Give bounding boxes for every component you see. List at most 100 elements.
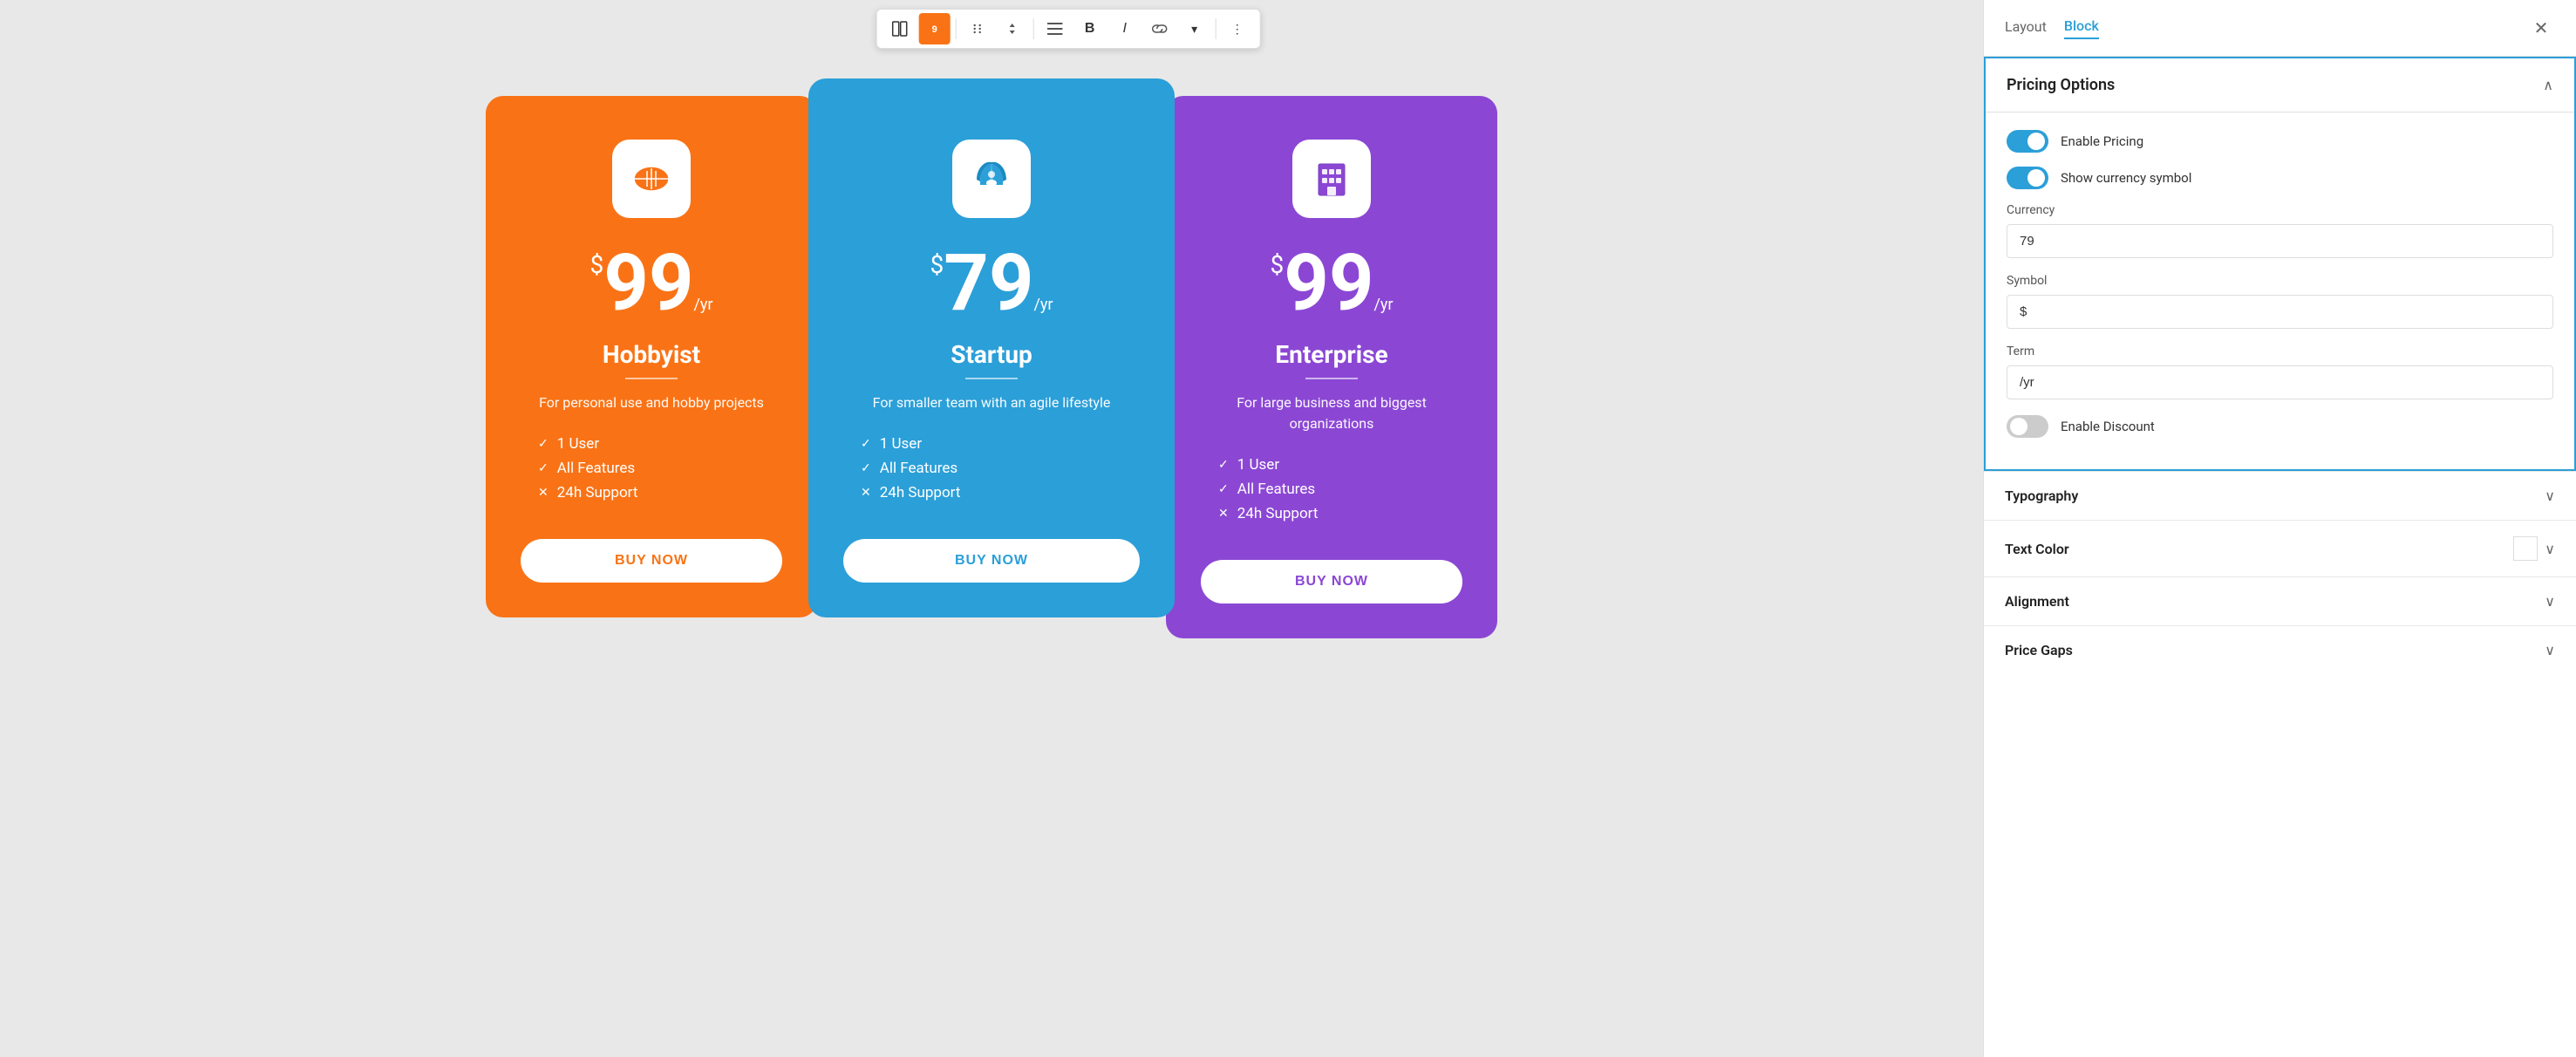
bold-button[interactable]: B <box>1074 13 1106 44</box>
list-item: ✓ 1 User <box>538 435 782 453</box>
pricing-options-content: Enable Pricing Show currency symbol Curr… <box>1986 112 2574 469</box>
enterprise-icon-container <box>1292 140 1371 218</box>
startup-price-block: $ 79 /yr <box>930 244 1053 323</box>
block-toolbar: 9 B I <box>876 9 1261 49</box>
text-color-section[interactable]: Text Color ∨ <box>1984 520 2576 576</box>
hobbyist-price-symbol: $ <box>589 253 603 277</box>
football-icon <box>630 157 673 201</box>
chevron-down-icon-text-color: ∨ <box>2545 541 2555 557</box>
feature-text: 1 User <box>1237 456 1279 474</box>
panel-header: Layout Block ✕ <box>1984 0 2576 57</box>
startup-buy-button[interactable]: BUY NOW <box>843 539 1140 583</box>
block-icon-button[interactable]: 9 <box>919 13 951 44</box>
enterprise-price-symbol: $ <box>1270 253 1284 277</box>
startup-price-symbol: $ <box>930 253 944 277</box>
drag-button[interactable] <box>962 13 993 44</box>
hobbyist-icon-container <box>612 140 691 218</box>
move-up-down-button[interactable] <box>997 13 1028 44</box>
pricing-options-title: Pricing Options <box>2007 76 2115 94</box>
pricing-options-header[interactable]: Pricing Options ∧ <box>1986 58 2574 112</box>
feature-text: 24h Support <box>880 484 961 501</box>
startup-price-amount: 79 <box>944 244 1033 323</box>
enable-pricing-toggle[interactable] <box>2007 130 2048 153</box>
tab-layout[interactable]: Layout <box>2005 18 2047 38</box>
check-icon: ✓ <box>861 461 871 475</box>
currency-label: Currency <box>2007 203 2553 217</box>
align-button[interactable] <box>1039 13 1071 44</box>
symbol-input[interactable] <box>2007 295 2553 329</box>
tab-block[interactable]: Block <box>2064 17 2099 39</box>
list-item: ✓ All Features <box>538 460 782 477</box>
italic-button[interactable]: I <box>1109 13 1141 44</box>
toggle-knob <box>2027 133 2045 150</box>
term-input[interactable] <box>2007 365 2553 399</box>
layout-toggle-button[interactable] <box>884 13 916 44</box>
hobbyist-buy-button[interactable]: BUY NOW <box>521 539 782 583</box>
enable-pricing-row: Enable Pricing <box>2007 130 2553 153</box>
text-color-header[interactable]: Text Color ∨ <box>1984 521 2576 576</box>
enable-discount-label: Enable Discount <box>2061 419 2155 434</box>
right-panel: Layout Block ✕ Pricing Options ∧ Enable … <box>1983 0 2576 1057</box>
startup-plan-name: Startup <box>951 340 1032 369</box>
list-item: ✓ All Features <box>1218 481 1462 498</box>
enterprise-price-term: /yr <box>1373 296 1393 314</box>
list-item: ✓ 1 User <box>1218 456 1462 474</box>
link-button[interactable] <box>1144 13 1176 44</box>
term-label: Term <box>2007 344 2553 358</box>
feature-text: 1 User <box>880 435 922 453</box>
show-currency-row: Show currency symbol <box>2007 167 2553 189</box>
price-gaps-section[interactable]: Price Gaps ∨ <box>1984 625 2576 674</box>
symbol-label: Symbol <box>2007 274 2553 288</box>
feature-text: All Features <box>557 460 635 477</box>
typography-title: Typography <box>2005 488 2078 504</box>
hobbyist-price-block: $ 99 /yr <box>589 244 712 323</box>
check-icon: ✓ <box>538 437 549 451</box>
hobbyist-underline <box>625 378 678 379</box>
typography-section[interactable]: Typography ∨ <box>1984 471 2576 520</box>
svg-text:9: 9 <box>932 24 937 35</box>
hobbyist-description: For personal use and hobby projects <box>539 392 764 413</box>
typography-header[interactable]: Typography ∨ <box>1984 472 2576 520</box>
toolbar-divider-1 <box>956 18 957 39</box>
enable-discount-row: Enable Discount <box>2007 415 2553 438</box>
close-panel-button[interactable]: ✕ <box>2527 14 2555 42</box>
rocket-icon <box>970 157 1013 201</box>
list-item: ✕ 24h Support <box>1218 505 1462 522</box>
hobbyist-plan-name: Hobbyist <box>603 340 700 369</box>
list-item: ✕ 24h Support <box>538 484 782 501</box>
dropdown-arrow-button[interactable]: ▾ <box>1179 13 1210 44</box>
check-icon: ✓ <box>861 437 871 451</box>
show-currency-label: Show currency symbol <box>2061 170 2191 186</box>
hobbyist-price-term: /yr <box>693 296 712 314</box>
x-icon: ✕ <box>861 486 871 500</box>
startup-price-term: /yr <box>1033 296 1053 314</box>
chevron-down-icon-alignment: ∨ <box>2545 593 2555 610</box>
toolbar-divider-2 <box>1033 18 1034 39</box>
main-canvas: 9 B I <box>0 0 1983 1057</box>
list-item: ✕ 24h Support <box>861 484 1140 501</box>
enterprise-plan-name: Enterprise <box>1275 340 1387 369</box>
startup-underline <box>965 378 1018 379</box>
hobbyist-features: ✓ 1 User ✓ All Features ✕ 24h Support <box>521 435 782 508</box>
alignment-header[interactable]: Alignment ∨ <box>1984 577 2576 625</box>
check-icon: ✓ <box>1218 482 1229 496</box>
currency-input[interactable] <box>2007 224 2553 258</box>
text-color-swatch[interactable] <box>2513 536 2538 561</box>
enable-discount-toggle[interactable] <box>2007 415 2048 438</box>
more-options-button[interactable]: ⋮ <box>1222 13 1253 44</box>
enterprise-price-amount: 99 <box>1284 244 1373 323</box>
feature-text: 1 User <box>557 435 599 453</box>
enterprise-card: $ 99 /yr Enterprise For large business a… <box>1166 96 1497 638</box>
feature-text: 24h Support <box>1237 505 1319 522</box>
toggle-knob-2 <box>2027 169 2045 187</box>
startup-card: $ 79 /yr Startup For smaller team with a… <box>808 78 1175 617</box>
hobbyist-price-amount: 99 <box>603 244 693 323</box>
price-gaps-header[interactable]: Price Gaps ∨ <box>1984 626 2576 674</box>
enterprise-buy-button[interactable]: BUY NOW <box>1201 560 1462 604</box>
hobbyist-card: $ 99 /yr Hobbyist For personal use and h… <box>486 96 817 617</box>
pricing-cards-container: $ 99 /yr Hobbyist For personal use and h… <box>486 96 1497 638</box>
alignment-section[interactable]: Alignment ∨ <box>1984 576 2576 625</box>
feature-text: All Features <box>880 460 957 477</box>
show-currency-toggle[interactable] <box>2007 167 2048 189</box>
chevron-down-icon-typography: ∨ <box>2545 488 2555 504</box>
